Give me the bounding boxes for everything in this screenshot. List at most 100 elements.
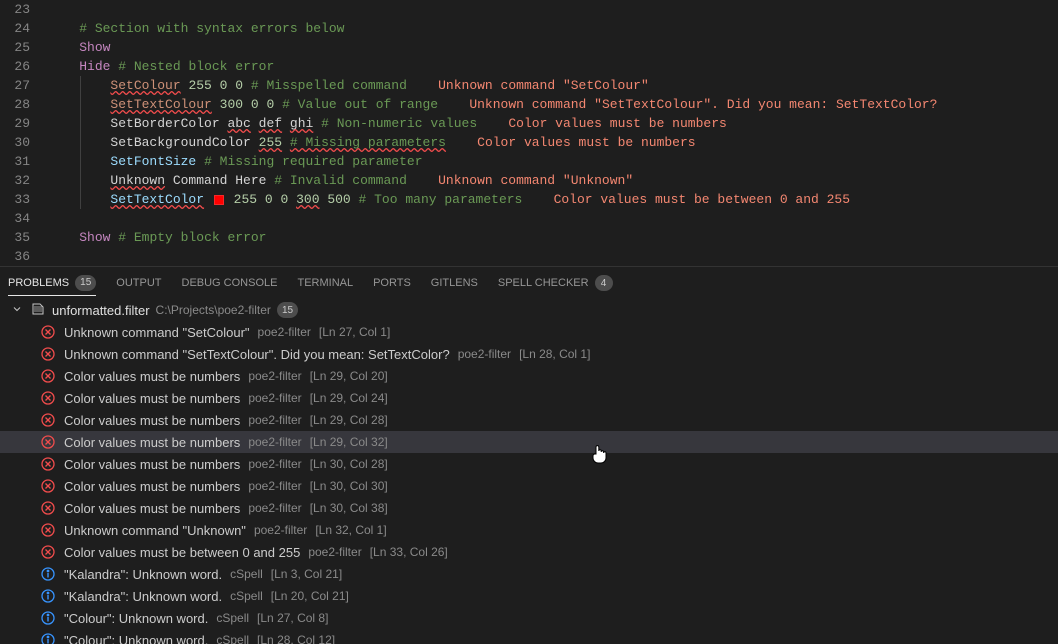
problem-location: [Ln 3, Col 21]: [271, 567, 342, 581]
problem-source: poe2-filter: [248, 479, 301, 493]
problem-row[interactable]: Color values must be between 0 and 255 po…: [0, 541, 1058, 563]
code-line[interactable]: 27 SetColour 255 0 0 # Misspelled comman…: [0, 76, 1058, 95]
problem-message: "Kalandra": Unknown word.: [64, 589, 222, 604]
problem-source: poe2-filter: [248, 391, 301, 405]
problem-source: poe2-filter: [248, 457, 301, 471]
problem-message: Color values must be numbers: [64, 413, 240, 428]
code-line[interactable]: 33 SetTextColor 255 0 0 300 500 # Too ma…: [0, 190, 1058, 209]
info-icon: [40, 610, 56, 626]
problem-source: cSpell: [230, 589, 263, 603]
problems-panel[interactable]: unformatted.filter C:\Projects\poe2-filt…: [0, 299, 1058, 644]
problem-source: poe2-filter: [458, 347, 511, 361]
problems-file-row[interactable]: unformatted.filter C:\Projects\poe2-filt…: [0, 299, 1058, 321]
line-number: 29: [0, 114, 48, 133]
problem-row[interactable]: Color values must be numberspoe2-filter[…: [0, 387, 1058, 409]
problem-row[interactable]: "Colour": Unknown word.cSpell[Ln 27, Col…: [0, 607, 1058, 629]
panel-tab-ports[interactable]: Ports: [373, 273, 411, 293]
problem-location: [Ln 29, Col 32]: [310, 435, 388, 449]
problem-location: [Ln 29, Col 20]: [310, 369, 388, 383]
chevron-down-icon[interactable]: [10, 303, 24, 318]
problem-source: poe2-filter: [248, 435, 301, 449]
code-content[interactable]: SetTextColour 300 0 0 # Value out of ran…: [48, 95, 1058, 114]
problem-source: poe2-filter: [248, 501, 301, 515]
line-number: 27: [0, 76, 48, 95]
problem-message: "Colour": Unknown word.: [64, 633, 208, 644]
problem-message: Unknown command "SetTextColour". Did you…: [64, 347, 450, 362]
error-icon: [40, 346, 56, 362]
line-number: 32: [0, 171, 48, 190]
problem-row[interactable]: "Kalandra": Unknown word.cSpell[Ln 20, C…: [0, 585, 1058, 607]
problem-row[interactable]: Unknown command "SetTextColour". Did you…: [0, 343, 1058, 365]
problem-row[interactable]: Unknown command "SetColour"poe2-filter[L…: [0, 321, 1058, 343]
info-icon: [40, 632, 56, 644]
problem-row[interactable]: "Kalandra": Unknown word.cSpell[Ln 3, Co…: [0, 563, 1058, 585]
panel-tab-gitlens[interactable]: GitLens: [431, 273, 478, 293]
code-content[interactable]: [48, 0, 1058, 19]
code-line[interactable]: 35 Show # Empty block error: [0, 228, 1058, 247]
problem-message: Color values must be between 0 and 255: [64, 545, 300, 560]
problem-row[interactable]: Unknown command "Unknown"poe2-filter[Ln …: [0, 519, 1058, 541]
code-line[interactable]: 29 SetBorderColor abc def ghi # Non-nume…: [0, 114, 1058, 133]
code-content[interactable]: SetColour 255 0 0 # Misspelled command U…: [48, 76, 1058, 95]
panel-tab-spell-checker[interactable]: Spell Checker4: [498, 271, 613, 295]
code-content[interactable]: Hide # Nested block error: [48, 57, 1058, 76]
code-content[interactable]: SetTextColor 255 0 0 300 500 # Too many …: [48, 190, 1058, 209]
code-line[interactable]: 34: [0, 209, 1058, 228]
problem-location: [Ln 33, Col 26]: [370, 545, 448, 559]
code-content[interactable]: # Section with syntax errors below: [48, 19, 1058, 38]
problem-row[interactable]: Color values must be numberspoe2-filter[…: [0, 431, 1058, 453]
code-line[interactable]: 31 SetFontSize # Missing required parame…: [0, 152, 1058, 171]
problem-row[interactable]: Color values must be numberspoe2-filter[…: [0, 475, 1058, 497]
line-number: 30: [0, 133, 48, 152]
problem-row[interactable]: "Colour": Unknown word.cSpell[Ln 28, Col…: [0, 629, 1058, 644]
code-line[interactable]: 24 # Section with syntax errors below: [0, 19, 1058, 38]
problem-row[interactable]: Color values must be numberspoe2-filter[…: [0, 497, 1058, 519]
line-number: 34: [0, 209, 48, 228]
line-number: 24: [0, 19, 48, 38]
code-content[interactable]: SetBackgroundColor 255 # Missing paramet…: [48, 133, 1058, 152]
problem-message: Color values must be numbers: [64, 391, 240, 406]
code-content[interactable]: SetFontSize # Missing required parameter: [48, 152, 1058, 171]
problem-source: poe2-filter: [248, 369, 301, 383]
panel-tab-output[interactable]: Output: [116, 273, 161, 293]
problem-message: Unknown command "Unknown": [64, 523, 246, 538]
problem-location: [Ln 29, Col 28]: [310, 413, 388, 427]
error-icon: [40, 544, 56, 560]
error-icon: [40, 478, 56, 494]
problem-row[interactable]: Color values must be numberspoe2-filter[…: [0, 409, 1058, 431]
file-problem-count: 15: [277, 302, 298, 318]
code-line[interactable]: 23: [0, 0, 1058, 19]
code-content[interactable]: SetBorderColor abc def ghi # Non-numeric…: [48, 114, 1058, 133]
line-number: 31: [0, 152, 48, 171]
problem-location: [Ln 28, Col 1]: [519, 347, 590, 361]
code-content[interactable]: [48, 209, 1058, 228]
file-name: unformatted.filter: [52, 303, 150, 318]
code-content[interactable]: Unknown Command Here # Invalid command U…: [48, 171, 1058, 190]
problem-source: poe2-filter: [258, 325, 311, 339]
info-icon: [40, 566, 56, 582]
problem-source: poe2-filter: [308, 545, 361, 559]
code-line[interactable]: 25 Show: [0, 38, 1058, 57]
code-line[interactable]: 32 Unknown Command Here # Invalid comman…: [0, 171, 1058, 190]
code-line[interactable]: 30 SetBackgroundColor 255 # Missing para…: [0, 133, 1058, 152]
code-line[interactable]: 26 Hide # Nested block error: [0, 57, 1058, 76]
code-editor[interactable]: 2324 # Section with syntax errors below2…: [0, 0, 1058, 266]
error-icon: [40, 324, 56, 340]
code-line[interactable]: 36: [0, 247, 1058, 266]
color-swatch[interactable]: [214, 195, 224, 205]
code-line[interactable]: 28 SetTextColour 300 0 0 # Value out of …: [0, 95, 1058, 114]
code-content[interactable]: Show # Empty block error: [48, 228, 1058, 247]
problem-row[interactable]: Color values must be numberspoe2-filter[…: [0, 453, 1058, 475]
panel-tab-debug-console[interactable]: Debug Console: [182, 273, 278, 293]
problem-location: [Ln 30, Col 28]: [310, 457, 388, 471]
code-content[interactable]: [48, 247, 1058, 266]
code-content[interactable]: Show: [48, 38, 1058, 57]
panel-tab-problems[interactable]: Problems15: [8, 271, 96, 296]
badge: 4: [595, 275, 613, 291]
panel-tab-terminal[interactable]: Terminal: [297, 273, 353, 293]
problem-message: Color values must be numbers: [64, 501, 240, 516]
problem-location: [Ln 27, Col 1]: [319, 325, 390, 339]
problem-row[interactable]: Color values must be numberspoe2-filter[…: [0, 365, 1058, 387]
problem-source: cSpell: [230, 567, 263, 581]
badge: 15: [75, 275, 96, 291]
